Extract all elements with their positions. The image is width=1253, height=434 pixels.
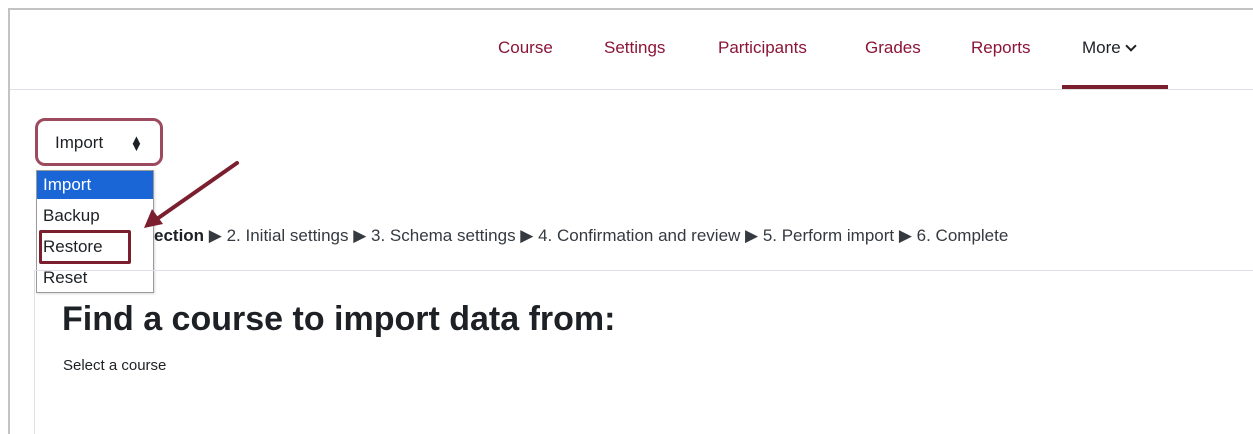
chevron-down-icon (1125, 40, 1137, 52)
page-subtitle: Select a course (63, 357, 167, 374)
nav-grades[interactable]: Grades (865, 38, 921, 58)
remaining-steps: ▶ 2. Initial settings ▶ 3. Schema settin… (204, 226, 1009, 245)
nav-participants[interactable]: Participants (718, 38, 807, 58)
secondary-navigation: Course Settings Participants Grades Repo… (10, 10, 1253, 90)
page-title: Find a course to import data from: (62, 300, 616, 338)
nav-more[interactable]: More (1082, 38, 1137, 58)
option-reset[interactable]: Reset (37, 264, 153, 292)
select-updown-icon: ▲ ▼ (130, 132, 143, 154)
action-select-value: Import (55, 133, 104, 152)
divider (34, 270, 1253, 271)
import-steps-breadcrumb: ection ▶ 2. Initial settings ▶ 3. Schema… (154, 226, 1008, 246)
action-select[interactable]: Import ▲ ▼ (35, 118, 163, 166)
option-backup[interactable]: Backup (37, 202, 153, 230)
nav-course[interactable]: Course (498, 38, 553, 58)
active-tab-indicator (1062, 85, 1168, 89)
app-frame: Course Settings Participants Grades Repo… (8, 8, 1253, 434)
nav-settings[interactable]: Settings (604, 38, 665, 58)
current-step: ection (154, 226, 205, 245)
content-left-border (34, 270, 35, 434)
nav-reports[interactable]: Reports (971, 38, 1031, 58)
nav-more-label: More (1082, 38, 1121, 57)
option-import[interactable]: Import (37, 171, 153, 199)
restore-highlight-box (39, 230, 131, 264)
